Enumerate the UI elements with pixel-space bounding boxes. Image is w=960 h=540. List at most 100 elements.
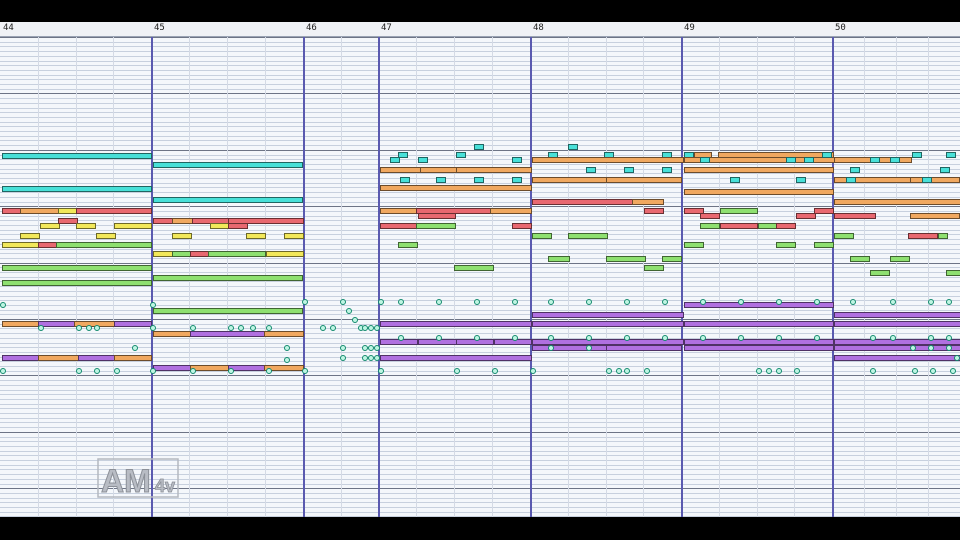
note-yellow[interactable] bbox=[114, 223, 152, 229]
note-cyan[interactable] bbox=[662, 167, 672, 173]
bar-number-46[interactable]: 46 bbox=[306, 23, 317, 33]
note-cyan[interactable] bbox=[153, 162, 303, 168]
note-cyan[interactable] bbox=[940, 167, 950, 173]
control-point-dot[interactable] bbox=[284, 345, 290, 351]
note-red[interactable] bbox=[720, 223, 758, 229]
control-point-dot[interactable] bbox=[814, 299, 820, 305]
control-point-dot[interactable] bbox=[228, 325, 234, 331]
control-point-dot[interactable] bbox=[492, 368, 498, 374]
note-purple[interactable] bbox=[684, 302, 834, 308]
note-cyan[interactable] bbox=[870, 157, 880, 163]
note-orange[interactable] bbox=[264, 331, 304, 337]
control-point-dot[interactable] bbox=[662, 299, 668, 305]
note-orange[interactable] bbox=[532, 157, 684, 163]
note-cyan[interactable] bbox=[390, 157, 400, 163]
note-cyan[interactable] bbox=[418, 157, 428, 163]
bar-number-48[interactable]: 48 bbox=[533, 23, 544, 33]
note-red[interactable] bbox=[512, 223, 532, 229]
note-red[interactable] bbox=[700, 213, 720, 219]
note-green[interactable] bbox=[532, 233, 552, 239]
note-cyan[interactable] bbox=[436, 177, 446, 183]
control-point-dot[interactable] bbox=[86, 325, 92, 331]
control-point-dot[interactable] bbox=[94, 368, 100, 374]
control-point-dot[interactable] bbox=[132, 345, 138, 351]
note-green[interactable] bbox=[568, 233, 608, 239]
control-point-dot[interactable] bbox=[436, 335, 442, 341]
note-green[interactable] bbox=[644, 265, 664, 271]
note-green[interactable] bbox=[398, 242, 418, 248]
note-purple[interactable] bbox=[532, 345, 608, 351]
note-cyan[interactable] bbox=[922, 177, 932, 183]
note-cyan[interactable] bbox=[586, 167, 596, 173]
note-cyan[interactable] bbox=[730, 177, 740, 183]
control-point-dot[interactable] bbox=[700, 299, 706, 305]
control-point-dot[interactable] bbox=[0, 302, 6, 308]
control-point-dot[interactable] bbox=[794, 368, 800, 374]
note-green[interactable] bbox=[208, 251, 266, 257]
control-point-dot[interactable] bbox=[930, 368, 936, 374]
note-yellow[interactable] bbox=[284, 233, 304, 239]
control-point-dot[interactable] bbox=[190, 325, 196, 331]
note-purple[interactable] bbox=[153, 365, 191, 371]
note-purple[interactable] bbox=[532, 321, 684, 327]
control-point-dot[interactable] bbox=[870, 335, 876, 341]
control-point-dot[interactable] bbox=[512, 299, 518, 305]
note-green[interactable] bbox=[454, 265, 494, 271]
control-point-dot[interactable] bbox=[330, 325, 336, 331]
note-orange[interactable] bbox=[910, 177, 960, 183]
control-point-dot[interactable] bbox=[340, 345, 346, 351]
note-yellow[interactable] bbox=[153, 251, 173, 257]
note-green[interactable] bbox=[56, 242, 152, 248]
control-point-dot[interactable] bbox=[378, 299, 384, 305]
note-orange[interactable] bbox=[490, 208, 532, 214]
control-point-dot[interactable] bbox=[950, 368, 956, 374]
note-grid[interactable] bbox=[0, 37, 960, 517]
note-orange[interactable] bbox=[910, 213, 960, 219]
note-orange[interactable] bbox=[684, 189, 834, 195]
control-point-dot[interactable] bbox=[624, 335, 630, 341]
control-point-dot[interactable] bbox=[606, 368, 612, 374]
note-purple[interactable] bbox=[380, 355, 532, 361]
note-cyan[interactable] bbox=[804, 157, 814, 163]
control-point-dot[interactable] bbox=[374, 325, 380, 331]
control-point-dot[interactable] bbox=[616, 368, 622, 374]
note-orange[interactable] bbox=[456, 167, 532, 173]
note-green[interactable] bbox=[946, 270, 960, 276]
note-green[interactable] bbox=[662, 256, 682, 262]
note-red[interactable] bbox=[38, 242, 58, 248]
note-green[interactable] bbox=[758, 223, 778, 229]
note-green[interactable] bbox=[834, 233, 854, 239]
note-orange[interactable] bbox=[420, 167, 458, 173]
note-purple[interactable] bbox=[834, 355, 960, 361]
note-red[interactable] bbox=[380, 223, 418, 229]
control-point-dot[interactable] bbox=[738, 335, 744, 341]
note-purple[interactable] bbox=[834, 312, 960, 318]
control-point-dot[interactable] bbox=[890, 335, 896, 341]
control-point-dot[interactable] bbox=[76, 325, 82, 331]
note-orange[interactable] bbox=[172, 218, 194, 224]
control-point-dot[interactable] bbox=[700, 335, 706, 341]
control-point-dot[interactable] bbox=[346, 308, 352, 314]
note-yellow[interactable] bbox=[58, 208, 78, 214]
control-point-dot[interactable] bbox=[548, 299, 554, 305]
control-point-dot[interactable] bbox=[910, 345, 916, 351]
control-point-dot[interactable] bbox=[928, 345, 934, 351]
note-green[interactable] bbox=[153, 308, 303, 314]
note-cyan[interactable] bbox=[512, 157, 522, 163]
note-cyan[interactable] bbox=[400, 177, 410, 183]
note-purple[interactable] bbox=[834, 345, 960, 351]
control-point-dot[interactable] bbox=[928, 335, 934, 341]
note-red[interactable] bbox=[153, 218, 173, 224]
control-point-dot[interactable] bbox=[850, 299, 856, 305]
control-point-dot[interactable] bbox=[340, 299, 346, 305]
note-green[interactable] bbox=[870, 270, 890, 276]
control-point-dot[interactable] bbox=[398, 335, 404, 341]
note-purple[interactable] bbox=[190, 331, 266, 337]
bar-number-50[interactable]: 50 bbox=[835, 23, 846, 33]
control-point-dot[interactable] bbox=[76, 368, 82, 374]
control-point-dot[interactable] bbox=[374, 355, 380, 361]
note-red[interactable] bbox=[776, 223, 796, 229]
control-point-dot[interactable] bbox=[238, 325, 244, 331]
note-red[interactable] bbox=[418, 213, 456, 219]
note-yellow[interactable] bbox=[76, 223, 96, 229]
